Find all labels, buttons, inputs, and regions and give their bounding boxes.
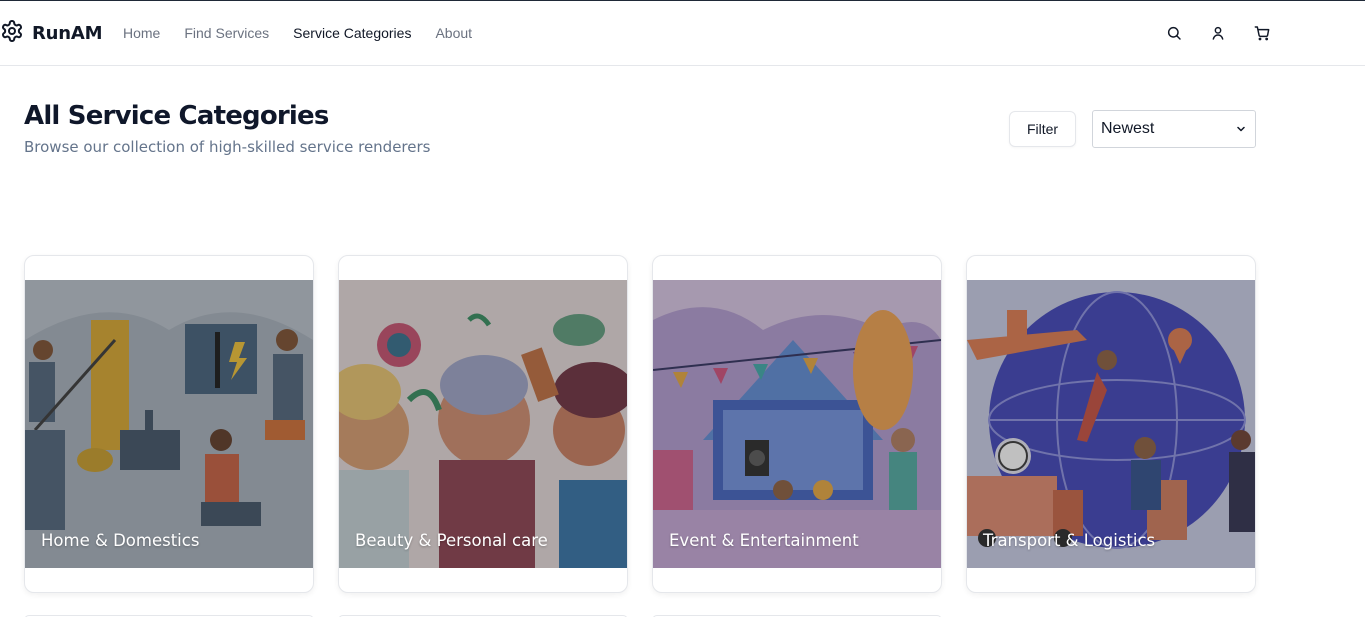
brand[interactable]: RunAM — [0, 19, 103, 47]
nav-about[interactable]: About — [435, 23, 472, 43]
brand-name: RunAM — [32, 22, 103, 44]
nav-service-categories[interactable]: Service Categories — [293, 23, 411, 43]
image-overlay — [653, 280, 941, 568]
category-image: Home & Domestics — [25, 280, 313, 568]
category-card-event-entertainment[interactable]: Event & Entertainment — [652, 255, 942, 593]
category-card-home-domestics[interactable]: Home & Domestics — [24, 255, 314, 593]
navbar: RunAM Home Find Services Service Categor… — [0, 1, 1365, 66]
category-image: Event & Entertainment — [653, 280, 941, 568]
user-icon[interactable] — [1208, 23, 1228, 43]
sort-selected-value: Newest — [1101, 120, 1155, 137]
nav-icons — [1164, 23, 1296, 43]
chevron-down-icon — [1237, 126, 1245, 132]
category-label: Event & Entertainment — [669, 531, 859, 550]
gear-icon — [0, 19, 24, 47]
page-subtitle: Browse our collection of high-skilled se… — [24, 138, 431, 156]
search-icon[interactable] — [1164, 23, 1184, 43]
sort-select[interactable]: Newest — [1092, 110, 1256, 148]
filter-button[interactable]: Filter — [1009, 111, 1076, 147]
category-card-beauty-personal-care[interactable]: Beauty & Personal care — [338, 255, 628, 593]
category-label: Transport & Logistics — [983, 531, 1156, 550]
nav-links: Home Find Services Service Categories Ab… — [123, 23, 496, 43]
nav-find-services[interactable]: Find Services — [184, 23, 269, 43]
image-overlay — [967, 280, 1255, 568]
image-overlay — [339, 280, 627, 568]
image-overlay — [25, 280, 313, 568]
nav-home[interactable]: Home — [123, 23, 160, 43]
cart-icon[interactable] — [1252, 23, 1272, 43]
category-image: Transport & Logistics — [967, 280, 1255, 568]
category-image: Beauty & Personal care — [339, 280, 627, 568]
category-card-transport-logistics[interactable]: Transport & Logistics — [966, 255, 1256, 593]
category-label: Beauty & Personal care — [355, 531, 548, 550]
category-label: Home & Domestics — [41, 531, 200, 550]
page-title: All Service Categories — [24, 101, 329, 131]
